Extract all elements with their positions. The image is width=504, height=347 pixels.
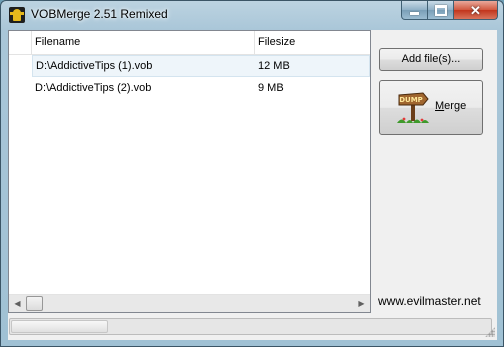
progress-bar (9, 318, 492, 335)
column-header-filename[interactable]: Filename (32, 31, 255, 54)
status-bar (8, 318, 497, 340)
filename-cell: D:\AddictiveTips (2).vob (35, 82, 152, 94)
list-item[interactable]: D:\AddictiveTips (1).vob 12 MB (9, 55, 370, 77)
scroll-left-icon[interactable]: ◀ (9, 295, 26, 312)
title-bar[interactable]: VOBMerge 2.51 Remixed ✕ (1, 1, 503, 31)
merge-label-rest: erge (444, 100, 467, 112)
minimize-icon (410, 11, 419, 15)
client-area: Filename Filesize D:\AddictiveTips (1).v… (8, 30, 497, 340)
merge-label: Merge (435, 100, 466, 112)
close-icon: ✕ (470, 2, 481, 18)
add-files-button[interactable]: Add file(s)... (379, 48, 483, 71)
row-gutter (9, 77, 32, 99)
merge-accelerator: M (435, 100, 445, 112)
window-title: VOBMerge 2.51 Remixed (31, 7, 168, 21)
scrollbar-thumb[interactable] (26, 296, 43, 311)
dump-sign-icon: DUMP (397, 92, 429, 123)
column-header-blank[interactable] (9, 31, 32, 54)
close-button[interactable]: ✕ (454, 1, 498, 20)
row-gutter (9, 55, 32, 77)
minimize-button[interactable] (401, 1, 428, 20)
filesize-cell: 9 MB (258, 82, 284, 94)
maximize-button[interactable] (428, 1, 454, 20)
list-item[interactable]: D:\AddictiveTips (2).vob 9 MB (9, 77, 370, 99)
filesize-cell: 12 MB (255, 55, 370, 77)
horizontal-scrollbar[interactable]: ◀ ▶ (9, 294, 370, 312)
column-header-filesize[interactable]: Filesize (255, 31, 370, 54)
progress-fill (11, 320, 108, 333)
merge-button[interactable]: DUMP Merge (379, 80, 483, 135)
maximize-icon (434, 4, 447, 16)
filename-cell: D:\AddictiveTips (1).vob (32, 55, 255, 77)
list-header: Filename Filesize (9, 31, 370, 55)
caption-buttons: ✕ (401, 1, 498, 21)
credit-link: www.evilmaster.net (378, 294, 481, 308)
scroll-right-icon[interactable]: ▶ (353, 295, 370, 312)
app-window: VOBMerge 2.51 Remixed ✕ Filename Filesiz… (0, 0, 504, 347)
app-icon[interactable] (9, 7, 25, 23)
dump-sign-text: DUMP (399, 96, 423, 104)
file-list[interactable]: Filename Filesize D:\AddictiveTips (1).v… (8, 30, 371, 313)
